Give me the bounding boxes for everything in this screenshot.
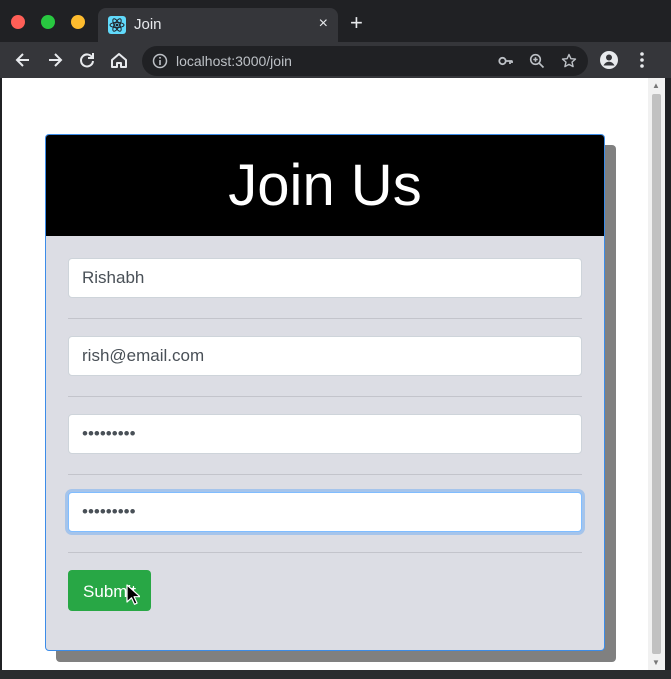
mouse-cursor-icon xyxy=(126,584,140,605)
key-icon[interactable] xyxy=(498,53,514,69)
name-field[interactable] xyxy=(68,258,582,298)
scroll-down-arrow-icon[interactable]: ▼ xyxy=(652,658,660,667)
forward-icon[interactable] xyxy=(45,50,65,70)
home-icon[interactable] xyxy=(109,50,129,70)
confirm-password-field[interactable] xyxy=(68,492,582,532)
scrollbar-thumb[interactable] xyxy=(652,94,661,654)
title-bar: Join × + xyxy=(0,0,671,42)
menu-icon[interactable] xyxy=(632,50,652,70)
tab-close-icon[interactable]: × xyxy=(319,14,328,34)
info-icon[interactable] xyxy=(152,53,168,69)
tab-title: Join xyxy=(134,16,162,33)
browser-tab[interactable]: Join × xyxy=(98,8,338,42)
browser-toolbar: localhost:3000/join xyxy=(0,42,671,78)
account-icon[interactable] xyxy=(599,50,619,70)
scroll-up-arrow-icon[interactable]: ▲ xyxy=(652,81,660,90)
card-header: Join Us xyxy=(46,135,604,236)
page-title: Join Us xyxy=(228,153,422,218)
divider xyxy=(68,318,582,319)
divider xyxy=(68,474,582,475)
divider xyxy=(68,396,582,397)
react-favicon-icon xyxy=(108,16,126,34)
vertical-scrollbar[interactable]: ▲ ▼ xyxy=(648,78,665,670)
window-bottom-edge xyxy=(0,670,671,679)
divider xyxy=(68,552,582,553)
maximize-window-button[interactable] xyxy=(41,15,55,29)
address-bar[interactable]: localhost:3000/join xyxy=(142,46,588,76)
zoom-icon[interactable] xyxy=(529,53,545,69)
close-window-button[interactable] xyxy=(11,15,25,29)
star-icon[interactable] xyxy=(561,53,577,69)
join-card: Join Us Submit xyxy=(45,134,605,651)
back-icon[interactable] xyxy=(13,50,33,70)
new-tab-button[interactable]: + xyxy=(350,12,363,34)
url-text[interactable]: localhost:3000/join xyxy=(176,53,292,69)
email-field[interactable] xyxy=(68,336,582,376)
minimize-window-button[interactable] xyxy=(71,15,85,29)
reload-icon[interactable] xyxy=(77,50,97,70)
password-field[interactable] xyxy=(68,414,582,454)
